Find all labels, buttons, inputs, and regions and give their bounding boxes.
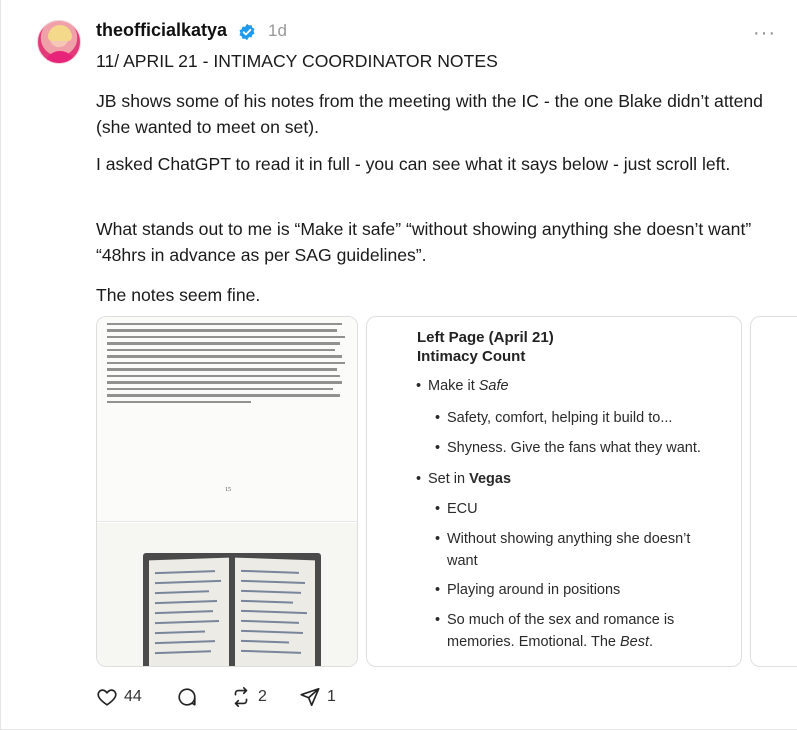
post-time: 1d (268, 21, 287, 40)
notebook-left-page (149, 557, 229, 666)
send-icon (300, 687, 320, 707)
media-card-partial[interactable]: l (750, 316, 797, 667)
notes-item: • Make it Safe (416, 378, 509, 394)
notes-subheading: Intimacy Count (417, 348, 526, 365)
share-button[interactable]: 1 (299, 684, 336, 710)
notebook-image (143, 553, 321, 666)
post-text-paragraph: The notes seem fine. (96, 285, 261, 305)
avatar[interactable] (37, 20, 81, 64)
repost-count: 2 (258, 688, 267, 705)
heart-icon (97, 689, 117, 706)
more-options-icon[interactable]: ··· (753, 22, 776, 45)
share-count: 1 (327, 688, 336, 705)
document-text-lines (107, 323, 347, 407)
reply-button[interactable] (176, 684, 198, 710)
notes-item: • Set in Vegas (416, 471, 512, 487)
document-page-number: 15 (225, 487, 231, 493)
notes-subitem: • Without showing anything she doesn’t wa… (435, 531, 691, 569)
notes-subitem: • Playing around in positions (435, 582, 621, 598)
post-text-paragraph: What stands out to me is “Make it safe” … (96, 219, 752, 265)
notebook-right-page (235, 557, 315, 666)
notes-subitem: • ECU (435, 501, 478, 517)
post-text-title: 11/ APRIL 21 - INTIMACY COORDINATOR NOTE… (96, 51, 498, 71)
notes-subitem: • Safety, comfort, helping it build to... (435, 410, 673, 426)
post-text-paragraph: JB shows some of his notes from the meet… (96, 91, 763, 137)
verified-badge-icon (239, 23, 255, 41)
media-card-notes[interactable]: Left Page (April 21) Intimacy Count • Mak… (366, 316, 742, 667)
avatar-hair (48, 25, 72, 41)
post-text-paragraph: I asked ChatGPT to read it in full - you… (96, 154, 731, 174)
like-count: 44 (124, 688, 142, 705)
avatar-body (44, 51, 76, 63)
notebook-photo (97, 523, 357, 666)
repost-icon (234, 687, 248, 707)
post-container: theofficialkatya 1d ··· 11/ APRIL 21 - I… (0, 0, 797, 730)
like-button[interactable]: 44 (96, 684, 142, 710)
media-card-document[interactable]: 15 (96, 316, 358, 667)
comment-icon (178, 688, 196, 706)
notes-heading: Left Page (April 21) (417, 329, 554, 346)
notes-subitem: • Shyness. Give the fans what they want. (435, 440, 701, 456)
notes-subitem: • So much of the sex and romance is memor… (435, 612, 675, 650)
username-link[interactable]: theofficialkatya (96, 20, 227, 41)
document-page-image: 15 (97, 317, 357, 522)
repost-button[interactable]: 2 (230, 684, 267, 710)
